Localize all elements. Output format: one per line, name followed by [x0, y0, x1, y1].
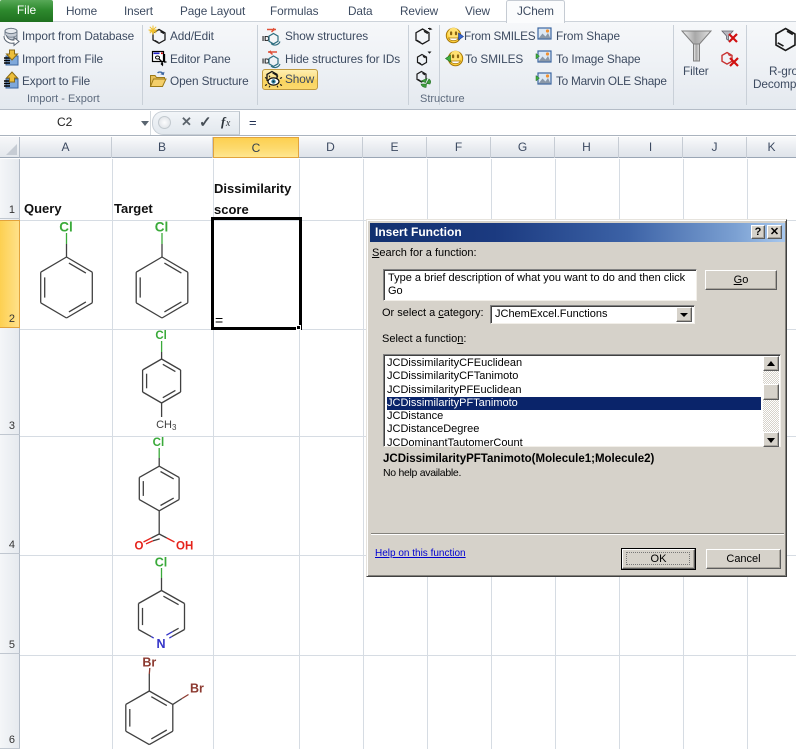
svg-text:Cl: Cl: [59, 220, 73, 235]
svg-text:Cl: Cl: [153, 437, 165, 449]
svg-text:OH: OH: [176, 541, 193, 553]
svg-text:Cl: Cl: [155, 556, 168, 570]
svg-text:Br: Br: [142, 656, 156, 670]
svg-text:N: N: [156, 637, 165, 651]
svg-text:Br: Br: [190, 682, 204, 696]
svg-text:O: O: [135, 541, 144, 553]
svg-text:CH3: CH3: [156, 419, 177, 432]
svg-text:Cl: Cl: [155, 220, 169, 235]
svg-text:Cl: Cl: [155, 330, 167, 342]
